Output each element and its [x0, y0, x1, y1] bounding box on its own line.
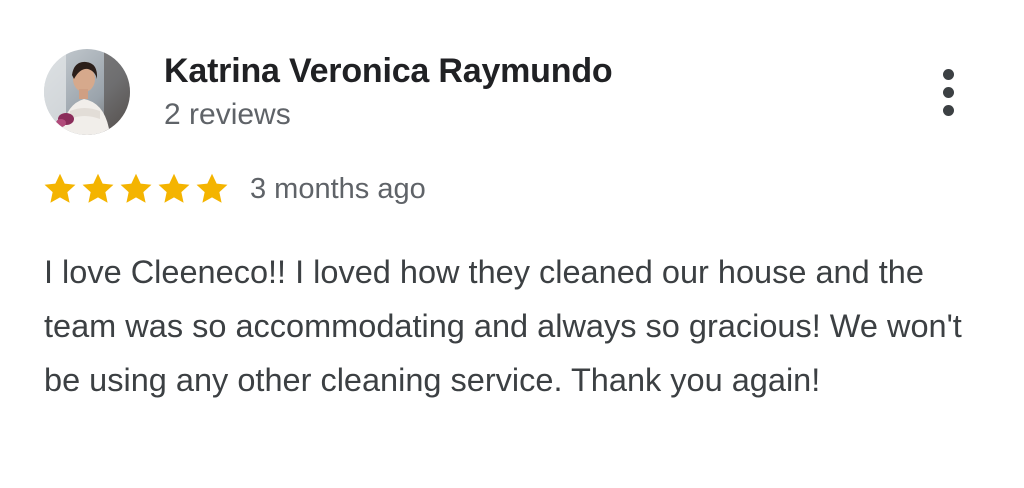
star-icon [42, 171, 78, 207]
more-vertical-icon [942, 86, 954, 98]
star-icon [118, 171, 154, 207]
reviewer-avatar[interactable] [44, 49, 130, 135]
star-rating [42, 171, 230, 207]
avatar-photo [44, 49, 130, 135]
reviewer-review-count: 2 reviews [164, 98, 291, 131]
reviewer-name[interactable]: Katrina Veronica Raymundo [164, 52, 613, 91]
review-date: 3 months ago [250, 172, 426, 205]
star-icon [194, 171, 230, 207]
rating-row: 3 months ago [42, 169, 426, 209]
more-options-button[interactable] [924, 62, 972, 122]
star-icon [156, 171, 192, 207]
review-text: I love Cleeneco!! I loved how they clean… [44, 254, 962, 398]
more-vertical-icon [942, 68, 954, 80]
star-icon [80, 171, 116, 207]
more-vertical-icon [942, 104, 954, 116]
review-card: Katrina Veronica Raymundo 2 reviews 3 mo… [0, 0, 1024, 488]
